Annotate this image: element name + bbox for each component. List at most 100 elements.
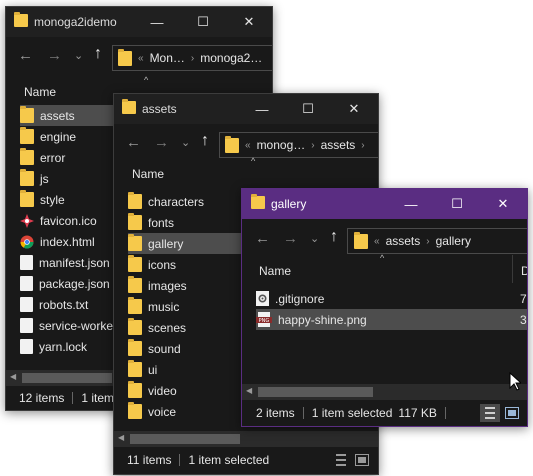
forward-arrow-icon[interactable]: → — [154, 134, 169, 151]
minimize-button[interactable]: — — [388, 189, 434, 219]
list-item[interactable]: voice — [128, 401, 176, 422]
svg-text:PNG: PNG — [259, 318, 270, 324]
item-label: .gitignore — [275, 291, 325, 306]
overflow-chevron-icon[interactable]: « — [245, 140, 251, 151]
scroll-left-icon[interactable]: ◀ — [10, 372, 16, 381]
list-item[interactable]: images — [128, 275, 187, 296]
minimize-button[interactable]: — — [134, 7, 180, 37]
list-item[interactable]: music — [128, 296, 179, 317]
recent-locations-chevron-icon[interactable]: ⌄ — [181, 136, 190, 149]
recent-locations-chevron-icon[interactable]: ⌄ — [74, 49, 83, 62]
title-bar[interactable]: gallery — ☐ ✕ — [242, 189, 527, 219]
breadcrumb-item[interactable]: monoga2… — [200, 51, 262, 65]
list-item[interactable]: scenes — [128, 317, 186, 338]
scroll-left-icon[interactable]: ◀ — [118, 433, 124, 442]
column-header-name[interactable]: Name — [132, 167, 164, 181]
column-header-name[interactable]: Name — [259, 264, 291, 278]
status-divider — [72, 392, 74, 404]
back-arrow-icon[interactable]: ← — [126, 134, 141, 151]
scrollbar-thumb[interactable] — [22, 373, 112, 383]
close-button[interactable]: ✕ — [226, 7, 272, 37]
close-button[interactable]: ✕ — [331, 94, 377, 124]
breadcrumb-separator-icon: › — [426, 235, 430, 247]
list-item[interactable]: service-worker — [20, 315, 117, 336]
minimize-button[interactable]: — — [239, 94, 285, 124]
forward-arrow-icon[interactable]: → — [47, 47, 62, 64]
title-bar[interactable]: monoga2idemo — ☐ ✕ — [6, 7, 272, 37]
scroll-left-icon[interactable]: ◀ — [246, 386, 252, 395]
item-label: manifest.json — [39, 255, 110, 270]
address-bar[interactable]: « assets › gallery — [347, 228, 527, 254]
list-item[interactable]: package.json — [20, 273, 110, 294]
list-item[interactable]: .gitignore 7 — [256, 288, 527, 309]
address-bar[interactable]: « Mon… › monoga2… — [112, 45, 272, 71]
list-item[interactable]: characters — [128, 191, 204, 212]
column-divider[interactable] — [512, 255, 513, 283]
list-item[interactable]: fonts — [128, 212, 174, 233]
list-item[interactable]: PNG happy-shine.png 3 — [256, 309, 527, 330]
overflow-chevron-icon[interactable]: « — [374, 236, 380, 247]
item-count: 2 items — [256, 406, 295, 420]
list-item[interactable]: js — [20, 168, 49, 189]
forward-arrow-icon[interactable]: → — [283, 230, 298, 247]
recent-locations-chevron-icon[interactable]: ⌄ — [310, 232, 319, 245]
list-item[interactable]: style — [20, 189, 65, 210]
breadcrumb-item[interactable]: monog… — [257, 138, 306, 152]
up-arrow-icon[interactable]: ↑ — [201, 132, 209, 150]
back-arrow-icon[interactable]: ← — [255, 230, 270, 247]
list-item[interactable]: manifest.json — [20, 252, 110, 273]
item-label: ui — [148, 362, 158, 377]
item-date: 3 — [520, 312, 527, 327]
folder-icon — [128, 318, 142, 335]
breadcrumb-separator-icon: › — [361, 139, 365, 151]
item-label: yarn.lock — [39, 339, 88, 354]
selection-info: 1 item selected — [188, 453, 270, 467]
scrollbar-thumb[interactable] — [258, 387, 373, 397]
column-header-row: ^ Name D — [242, 253, 527, 283]
folder-icon — [128, 276, 142, 293]
overflow-chevron-icon[interactable]: « — [138, 53, 144, 64]
maximize-button[interactable]: ☐ — [434, 189, 480, 219]
list-item[interactable]: sound — [128, 338, 181, 359]
folder-icon — [128, 297, 142, 314]
folder-icon — [354, 231, 368, 249]
list-item[interactable]: engine — [20, 126, 76, 147]
file-icon — [20, 318, 33, 333]
folder-icon — [128, 213, 142, 230]
column-header-date[interactable]: D — [521, 264, 527, 278]
list-item[interactable]: index.html — [20, 231, 95, 252]
maximize-button[interactable]: ☐ — [180, 7, 226, 37]
item-count: 12 items — [19, 391, 65, 405]
details-view-icon[interactable] — [480, 404, 500, 422]
large-icons-view-icon[interactable] — [352, 451, 372, 469]
window-title: gallery — [271, 197, 307, 211]
close-button[interactable]: ✕ — [480, 189, 526, 219]
horizontal-scrollbar[interactable]: ◀ — [114, 431, 378, 447]
item-label: music — [148, 299, 180, 314]
up-arrow-icon[interactable]: ↑ — [330, 228, 338, 246]
maximize-button[interactable]: ☐ — [285, 94, 331, 124]
column-header-name[interactable]: Name — [24, 85, 56, 99]
list-item[interactable]: gallery — [128, 233, 243, 254]
list-item[interactable]: icons — [128, 254, 176, 275]
back-arrow-icon[interactable]: ← — [18, 47, 33, 64]
folder-icon — [122, 99, 136, 117]
list-item[interactable]: video — [128, 380, 177, 401]
details-view-icon[interactable] — [331, 451, 351, 469]
list-item[interactable]: robots.txt — [20, 294, 88, 315]
scrollbar-thumb[interactable] — [130, 434, 240, 444]
list-item[interactable]: ui — [128, 359, 157, 380]
breadcrumb-item[interactable]: assets — [321, 138, 356, 152]
list-item[interactable]: error — [20, 147, 65, 168]
breadcrumb-item[interactable]: Mon… — [150, 51, 185, 65]
item-label: js — [40, 171, 49, 186]
list-item[interactable]: yarn.lock — [20, 336, 87, 357]
horizontal-scrollbar[interactable]: ◀ — [242, 384, 527, 400]
address-bar[interactable]: « monog… › assets › — [219, 132, 378, 158]
large-icons-view-icon[interactable] — [502, 404, 522, 422]
list-item[interactable]: favicon.ico — [20, 210, 97, 231]
breadcrumb-item[interactable]: gallery — [436, 234, 471, 248]
title-bar[interactable]: assets — ☐ ✕ — [114, 94, 378, 124]
breadcrumb-item[interactable]: assets — [386, 234, 421, 248]
up-arrow-icon[interactable]: ↑ — [94, 45, 102, 63]
